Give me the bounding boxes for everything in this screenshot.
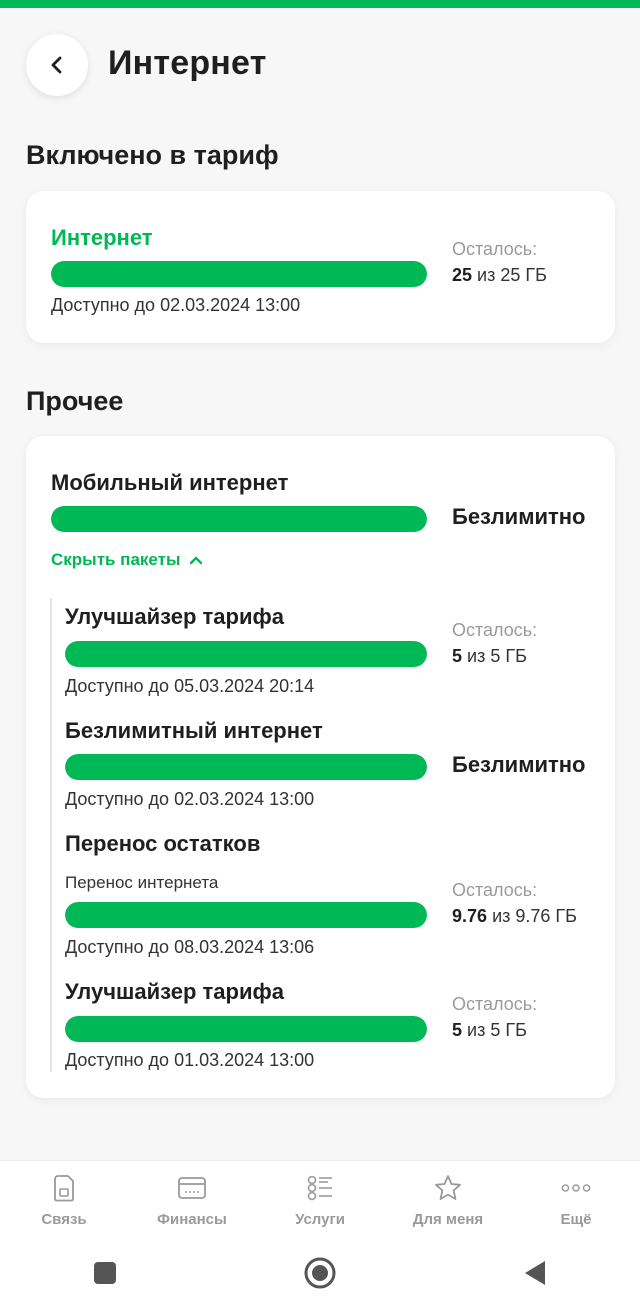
star-icon <box>433 1173 463 1203</box>
remaining-total: из 5 ГБ <box>467 646 527 666</box>
nav-label: Ещё <box>560 1211 592 1228</box>
home-circle-icon <box>304 1257 336 1288</box>
remaining-total: из 9.76 ГБ <box>492 906 577 926</box>
wallet-icon <box>177 1173 207 1203</box>
package-available-until: Доступно до 05.03.2024 20:14 <box>65 676 315 696</box>
list-icon <box>305 1173 335 1203</box>
remaining-total: из 25 ГБ <box>477 265 547 285</box>
nav-item-more[interactable]: Ещё <box>512 1161 640 1228</box>
remaining-label: Осталось: <box>452 239 538 259</box>
hide-packages-toggle[interactable]: Скрыть пакеты <box>51 550 203 570</box>
remaining-label: Осталось: <box>452 880 538 900</box>
remaining-value: 5 из 5 ГБ <box>452 646 527 667</box>
package-progress-bar <box>65 641 427 667</box>
back-button[interactable] <box>26 34 88 96</box>
nav-item-connection[interactable]: Связь <box>0 1161 128 1228</box>
package-title: Улучшайзер тарифа <box>65 979 284 1004</box>
package-progress-bar <box>65 902 427 928</box>
nav-item-for-me[interactable]: Для меня <box>384 1161 512 1228</box>
progress-fill <box>51 506 427 532</box>
package-available-until: Доступно до 02.03.2024 13:00 <box>65 789 315 809</box>
mobile-internet-title: Мобильный интернет <box>51 470 289 495</box>
section-title-other: Прочее <box>26 386 124 416</box>
bottom-navigation: Связь Финансы Услуги Для меня Ещё <box>0 1160 640 1240</box>
remaining-label: Осталось: <box>452 620 538 640</box>
system-back-button[interactable] <box>522 1259 548 1292</box>
packages-divider <box>50 598 52 1072</box>
package-status: Безлимитно <box>452 752 586 777</box>
progress-fill <box>65 754 427 780</box>
system-navigation-bar <box>0 1240 640 1310</box>
header: Интернет <box>0 28 640 108</box>
progress-fill <box>65 1016 427 1042</box>
remaining-value: 25 из 25 ГБ <box>452 265 547 286</box>
section-title-included: Включено в тариф <box>26 140 279 170</box>
more-icon <box>561 1173 591 1203</box>
package-subtitle: Перенос интернета <box>65 873 219 892</box>
included-item-title: Интернет <box>51 225 153 250</box>
remaining-amount: 5 <box>452 646 463 666</box>
package-progress-bar <box>65 1016 427 1042</box>
other-card: Мобильный интернет Безлимитно Скрыть пак… <box>26 436 615 1098</box>
package-title: Улучшайзер тарифа <box>65 604 284 629</box>
nav-item-finance[interactable]: Финансы <box>128 1161 256 1228</box>
remaining-amount: 5 <box>452 1020 463 1040</box>
screen: Интернет Включено в тариф Интернет Досту… <box>0 0 640 1310</box>
nav-label: Финансы <box>157 1211 227 1228</box>
nav-item-services[interactable]: Услуги <box>256 1161 384 1228</box>
remaining-amount: 25 <box>452 265 473 285</box>
triangle-back-icon <box>524 1260 545 1285</box>
package-available-until: Доступно до 01.03.2024 13:00 <box>65 1050 315 1070</box>
remaining-value: 9.76 из 9.76 ГБ <box>452 906 577 927</box>
package-title: Перенос остатков <box>65 831 261 856</box>
nav-label: Связь <box>41 1211 87 1228</box>
remaining-total: из 5 ГБ <box>467 1020 527 1040</box>
sim-card-icon <box>49 1173 79 1203</box>
included-available-until: Доступно до 02.03.2024 13:00 <box>51 295 301 315</box>
chevron-left-icon <box>51 56 62 74</box>
remaining-amount: 9.76 <box>452 906 488 926</box>
hide-packages-label: Скрыть пакеты <box>51 550 181 569</box>
mobile-internet-status: Безлимитно <box>452 504 586 529</box>
package-available-until: Доступно до 08.03.2024 13:06 <box>65 937 315 957</box>
included-card[interactable]: Интернет Доступно до 02.03.2024 13:00 Ос… <box>26 191 615 343</box>
nav-label: Для меня <box>412 1211 484 1228</box>
square-icon <box>94 1261 117 1284</box>
recent-apps-button[interactable] <box>92 1260 118 1291</box>
home-button[interactable] <box>303 1256 337 1295</box>
progress-fill <box>51 261 427 287</box>
chevron-up-icon <box>189 556 202 565</box>
page-title: Интернет <box>108 44 267 82</box>
top-accent-line <box>0 0 640 8</box>
progress-fill <box>65 902 427 928</box>
nav-label: Услуги <box>295 1211 345 1228</box>
package-progress-bar <box>65 754 427 780</box>
package-title: Безлимитный интернет <box>65 718 323 743</box>
remaining-label: Осталось: <box>452 994 538 1014</box>
included-progress-bar <box>51 261 427 287</box>
mobile-internet-progress-bar <box>51 506 427 532</box>
remaining-value: 5 из 5 ГБ <box>452 1020 527 1041</box>
progress-fill <box>65 641 427 667</box>
